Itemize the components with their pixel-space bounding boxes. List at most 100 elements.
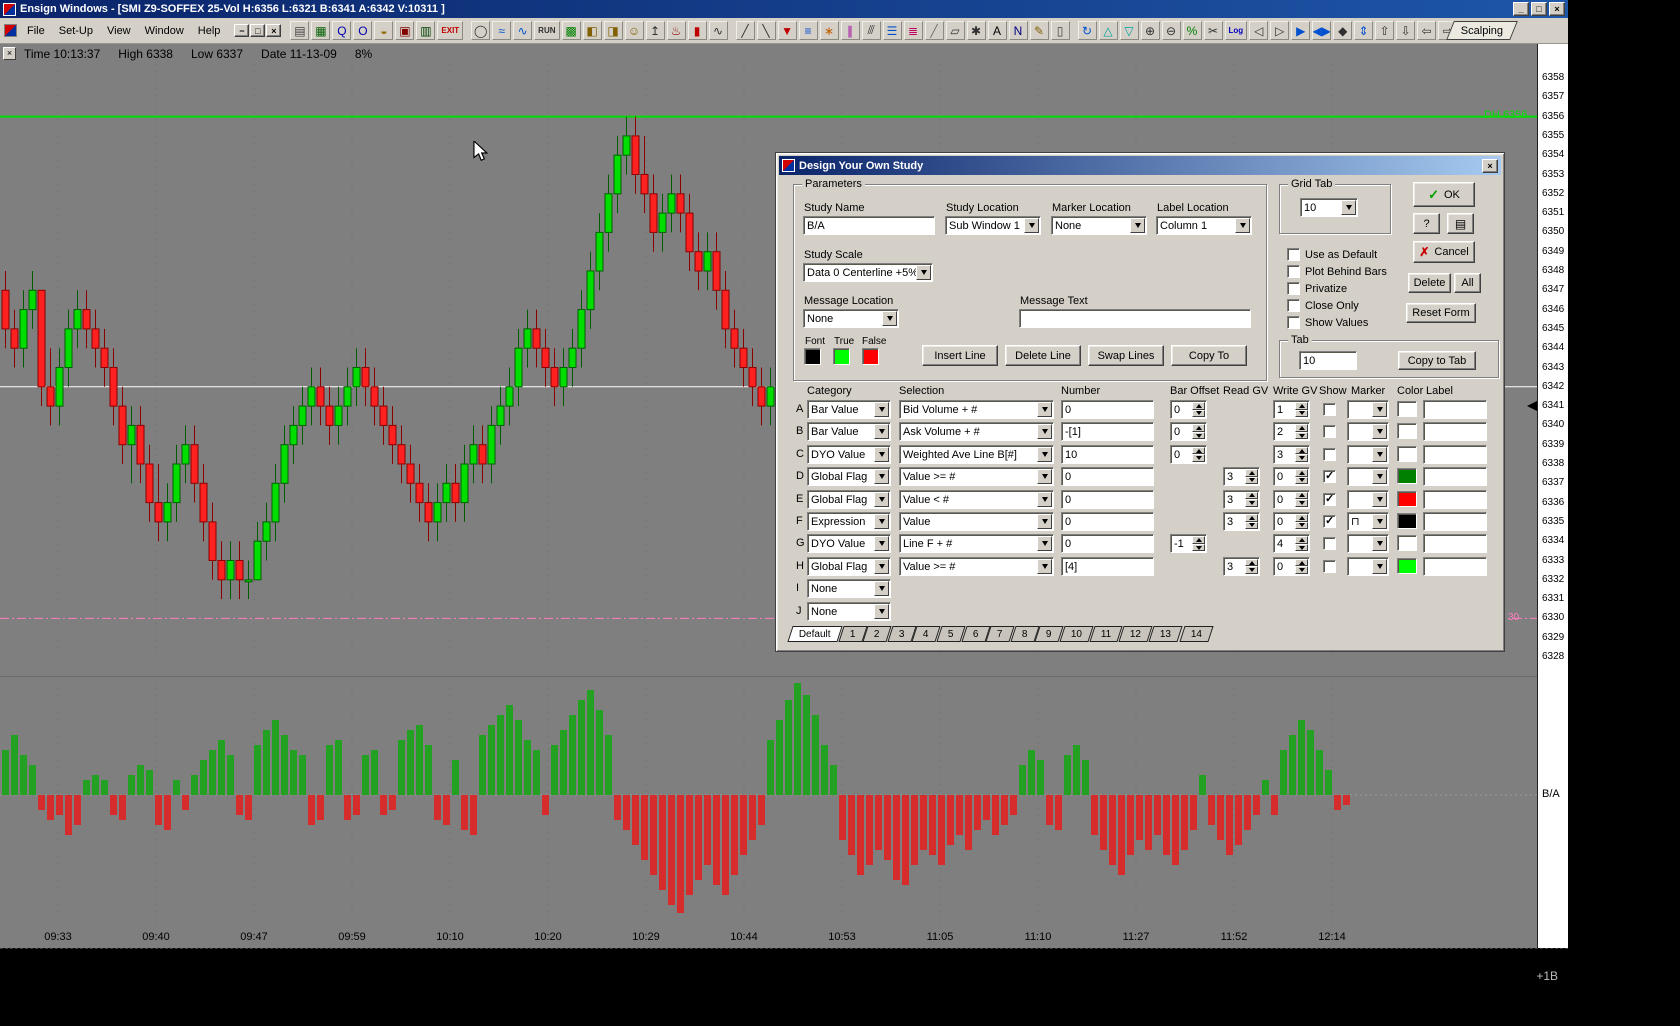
dialog-tab-5[interactable]: 5 (936, 626, 966, 642)
study-location-select[interactable]: Sub Window 1 (945, 216, 1041, 235)
lock-closed-icon[interactable]: ◨ (603, 21, 623, 40)
selection-select[interactable]: Value >= # (899, 556, 1054, 576)
marker-select[interactable] (1347, 489, 1389, 509)
read-gv-spinner[interactable]: 3 (1223, 556, 1260, 576)
spin-down-icon[interactable] (1295, 431, 1308, 440)
spin-down-icon[interactable] (1245, 521, 1258, 529)
marker-select[interactable] (1347, 467, 1389, 487)
category-select[interactable]: Bar Value (807, 400, 891, 419)
scroll-up-icon[interactable]: ⇧ (1375, 21, 1395, 40)
spin-down-icon[interactable] (1295, 499, 1308, 507)
horizontal-levels-icon[interactable]: ☰ (882, 21, 902, 40)
text-tool-icon[interactable]: A (987, 21, 1007, 40)
dropdown-arrow-icon[interactable] (1235, 218, 1250, 233)
spin-up-icon[interactable] (1192, 424, 1205, 432)
spin-up-icon[interactable] (1192, 446, 1205, 455)
category-select[interactable]: DYO Value (807, 534, 891, 554)
dropdown-arrow-icon[interactable] (1372, 469, 1387, 485)
dropdown-arrow-icon[interactable] (1130, 218, 1145, 233)
selection-select[interactable]: Bid Volume + # (899, 400, 1054, 419)
marker-select[interactable] (1347, 534, 1389, 554)
selection-select[interactable]: Value >= # (899, 467, 1054, 487)
speaker-left-icon[interactable]: ◁ (1249, 21, 1269, 40)
window-splitter[interactable] (0, 676, 1537, 677)
write-gv-spinner[interactable]: 0 (1273, 467, 1310, 487)
number-input[interactable]: 0 (1061, 400, 1154, 419)
study-scale-select[interactable]: Data 0 Centerline +5% (803, 263, 933, 282)
category-select[interactable]: Bar Value (807, 422, 891, 442)
bar-offset-spinner[interactable]: 0 (1170, 422, 1207, 442)
menu-window[interactable]: Window (138, 22, 191, 40)
show-checkbox[interactable] (1323, 492, 1336, 506)
all-button[interactable]: All (1454, 273, 1481, 293)
message-location-select[interactable]: None (803, 309, 899, 328)
use-as-default-checkbox[interactable] (1287, 248, 1300, 261)
trash-icon[interactable]: ▯ (1050, 21, 1070, 40)
spin-up-icon[interactable] (1295, 446, 1308, 455)
refresh-icon[interactable]: ↻ (1077, 21, 1097, 40)
dialog-tab-default[interactable]: Default (787, 626, 843, 642)
ray-line-icon[interactable]: ╲ (756, 21, 776, 40)
child-minimize-button[interactable]: − (234, 24, 250, 37)
spin-down-icon[interactable] (1192, 454, 1205, 462)
spin-up-icon[interactable] (1295, 536, 1308, 544)
write-gv-spinner[interactable]: 0 (1273, 512, 1310, 531)
dashed-line-icon[interactable]: ╱ (924, 21, 944, 40)
dialog-tab-11[interactable]: 11 (1089, 626, 1123, 642)
study-name-input[interactable]: B/A (803, 216, 935, 235)
syringe-icon[interactable]: ▮ (687, 21, 707, 40)
sort-icon[interactable]: ⇕ (1354, 21, 1374, 40)
dropdown-arrow-icon[interactable] (1037, 424, 1052, 440)
number-input[interactable]: 0 (1061, 489, 1154, 509)
dropdown-arrow-icon[interactable] (1037, 558, 1052, 574)
selection-select[interactable]: Weighted Ave Line B[#] (899, 444, 1054, 464)
dropdown-arrow-icon[interactable] (1372, 491, 1387, 507)
child-close-button[interactable]: × (266, 24, 282, 37)
spin-down-icon[interactable] (1295, 566, 1308, 574)
spin-up-icon[interactable] (1295, 424, 1308, 432)
trendline-icon[interactable]: ╱ (735, 21, 755, 40)
spin-up-icon[interactable] (1295, 514, 1308, 522)
hourglass-icon[interactable]: ◆ (1333, 21, 1353, 40)
marker-select[interactable] (1347, 400, 1389, 419)
wave-icon[interactable]: ∿ (708, 21, 728, 40)
category-select[interactable]: Expression (807, 512, 891, 531)
color-swatch[interactable] (1397, 445, 1417, 462)
copy-to-tab-button[interactable]: Copy to Tab (1398, 351, 1476, 370)
playback-icon[interactable]: ▶ (1291, 21, 1311, 40)
dropdown-arrow-icon[interactable] (874, 581, 889, 597)
step-bars-icon[interactable]: ◀▶ (1312, 21, 1332, 40)
grid-tab-select[interactable]: 10 (1300, 198, 1358, 217)
dropdown-arrow-icon[interactable] (874, 446, 889, 462)
show-checkbox[interactable] (1323, 469, 1336, 484)
dropdown-arrow-icon[interactable] (874, 558, 889, 574)
write-gv-spinner[interactable]: 0 (1273, 489, 1310, 509)
color-swatch[interactable] (1397, 513, 1417, 529)
report-icon[interactable]: ▤ (290, 21, 310, 40)
menu-help[interactable]: Help (191, 22, 228, 40)
spin-down-icon[interactable] (1245, 499, 1258, 507)
exit-icon[interactable]: EXIT (437, 21, 464, 40)
dropdown-arrow-icon[interactable] (1037, 469, 1052, 485)
dropdown-arrow-icon[interactable] (874, 424, 889, 440)
selection-select[interactable]: Value (899, 512, 1054, 531)
spin-up-icon[interactable] (1295, 558, 1308, 567)
label-input[interactable] (1423, 422, 1487, 442)
price-axis[interactable]: B/A 6358 6357 6356 6355 6354 6353 6352 6351 6350… (1537, 44, 1568, 948)
snapshot-icon[interactable]: ▣ (395, 21, 415, 40)
privatize-checkbox[interactable] (1287, 282, 1300, 295)
tab-number-input[interactable]: 10 (1299, 351, 1357, 370)
dropdown-arrow-icon[interactable] (874, 402, 889, 417)
page-grid-icon[interactable]: ▥ (416, 21, 436, 40)
dialog-close-button[interactable]: × (1482, 158, 1498, 173)
dropdown-arrow-icon[interactable] (1037, 536, 1052, 552)
dropdown-arrow-icon[interactable] (874, 514, 889, 529)
spin-down-icon[interactable] (1295, 521, 1308, 529)
color-swatch[interactable] (1397, 468, 1417, 485)
percent-icon[interactable]: % (1182, 21, 1202, 40)
dropdown-arrow-icon[interactable] (1372, 514, 1387, 529)
number-input[interactable]: 0 (1061, 512, 1154, 531)
font-color-swatch[interactable] (804, 348, 821, 365)
dropdown-arrow-icon[interactable] (1037, 491, 1052, 507)
cancel-button[interactable]: ✗ Cancel (1413, 241, 1475, 263)
